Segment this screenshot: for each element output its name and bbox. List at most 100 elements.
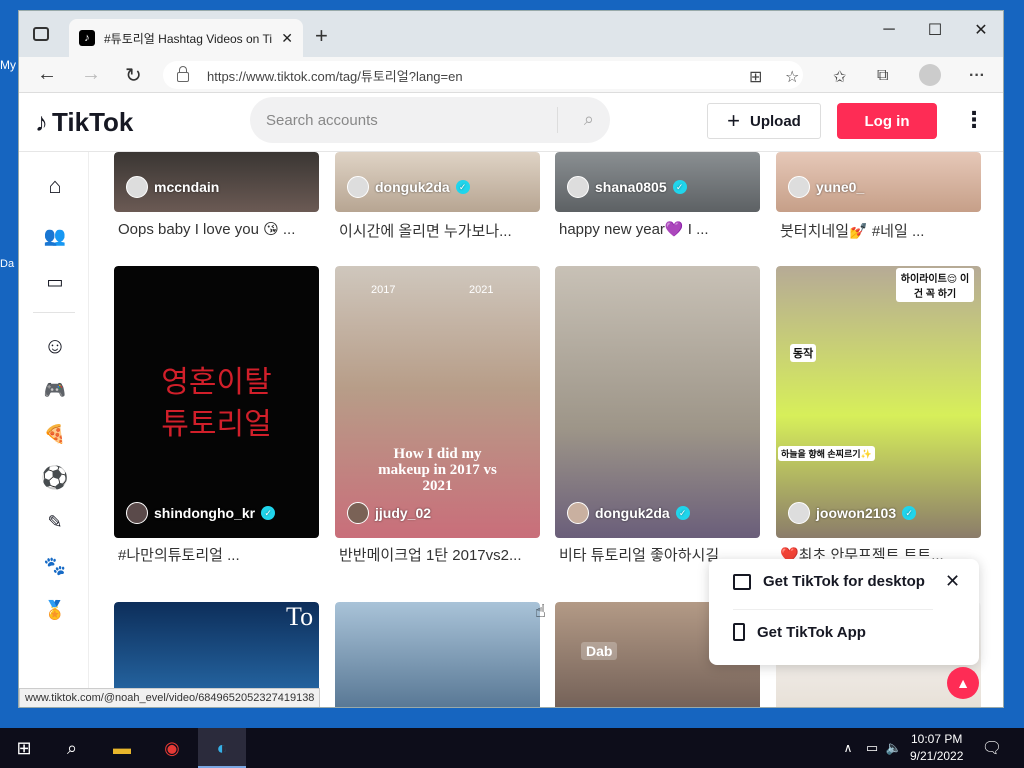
upload-button[interactable]: + Upload xyxy=(707,103,821,139)
minimize-button[interactable]: ─ xyxy=(867,17,911,43)
tab-actions-icon[interactable] xyxy=(33,27,49,41)
title-bar: ♪ #튜토리얼 Hashtag Videos on Ti ✕ + ─ ☐ ✕ xyxy=(19,11,1003,57)
close-icon[interactable]: ✕ xyxy=(945,571,960,592)
desktop-icon xyxy=(733,573,751,590)
avatar xyxy=(567,176,589,198)
avatar xyxy=(126,502,148,524)
video-author[interactable]: donguk2da ✓ xyxy=(347,176,470,198)
video-author[interactable]: joowon2103 ✓ xyxy=(788,502,917,524)
add-favorite-icon[interactable]: ☆ xyxy=(785,67,799,87)
phone-icon xyxy=(733,623,745,641)
video-author[interactable]: donguk2da ✓ xyxy=(567,502,690,524)
thumbnail-sticker: 하늘을 향해 손찌르기✨ xyxy=(778,446,875,461)
maximize-button[interactable]: ☐ xyxy=(913,17,957,43)
desktop-label: My xyxy=(0,58,16,72)
lock-icon xyxy=(177,66,189,82)
video-thumbnail[interactable] xyxy=(335,266,540,538)
video-author[interactable]: shindongho_kr ✓ xyxy=(126,502,276,524)
start-button[interactable]: ⊞ xyxy=(12,736,36,760)
forward-button[interactable]: → xyxy=(81,63,101,86)
search-icon[interactable]: ⌕ xyxy=(60,736,84,760)
sports-icon[interactable]: ⚽ xyxy=(41,464,69,492)
video-card[interactable]: 2017 2021 How I did my makeup in 2017 vs… xyxy=(335,266,540,576)
chevron-up-icon[interactable]: ∧ xyxy=(836,736,860,760)
edge-icon[interactable]: ◐ xyxy=(210,736,234,760)
login-button[interactable]: Log in xyxy=(837,103,937,139)
get-app-popup: Get TikTok for desktop ✕ Get TikTok App xyxy=(709,559,979,665)
verified-icon: ✓ xyxy=(675,506,690,520)
clock-time: 10:07 PM xyxy=(911,732,963,746)
username: mccndain xyxy=(154,179,220,195)
network-icon[interactable]: ▭ xyxy=(860,736,884,760)
clock[interactable]: 10:07 PM 9/21/2022 xyxy=(910,731,963,765)
animals-icon[interactable]: 🐾 xyxy=(41,552,69,580)
video-thumbnail[interactable] xyxy=(555,266,760,538)
close-window-button[interactable]: ✕ xyxy=(959,17,1003,43)
video-author[interactable]: shana0805 ✓ xyxy=(567,176,687,198)
video-caption[interactable]: happy new year💜 I ... xyxy=(559,220,759,238)
year-label: 2021 xyxy=(469,284,494,296)
comedy-icon[interactable]: ☺ xyxy=(41,332,69,360)
thumbnail-sticker: 하이라이트😌 이건 꼭 하기 xyxy=(896,268,974,302)
home-icon[interactable]: ⌂ xyxy=(41,172,69,200)
browser-tab[interactable]: ♪ #튜토리얼 Hashtag Videos on Ti ✕ xyxy=(69,19,303,57)
url-field[interactable]: https://www.tiktok.com/tag/튜토리얼?lang=en xyxy=(163,61,803,89)
get-desktop-link[interactable]: Get TikTok for desktop xyxy=(733,573,925,590)
video-author[interactable]: yune0_ xyxy=(788,176,864,198)
search-icon[interactable]: ⌕ xyxy=(584,109,594,130)
more-options-icon[interactable]: ⋮ xyxy=(963,107,985,133)
video-card[interactable]: yune0_ 붓터치네일💅 #네일 ... xyxy=(776,152,981,262)
following-icon[interactable]: 👥 xyxy=(41,222,69,250)
search-placeholder: Search accounts xyxy=(266,111,378,129)
volume-icon[interactable]: 🔈 xyxy=(882,736,906,760)
refresh-button[interactable]: ↻ xyxy=(125,63,142,88)
profile-avatar[interactable] xyxy=(919,64,941,86)
video-author[interactable]: mccndain xyxy=(126,176,219,198)
favorites-icon[interactable]: ✩ xyxy=(833,67,846,87)
desktop-label: Da xyxy=(0,258,15,270)
chrome-icon[interactable]: ◉ xyxy=(160,736,184,760)
video-caption[interactable]: 붓터치네일💅 #네일 ... xyxy=(780,220,980,241)
video-card[interactable]: donguk2da ✓ 이시간에 올리면 누가보나... xyxy=(335,152,540,262)
video-caption[interactable]: 반반메이크업 1탄 2017vs2... xyxy=(339,544,539,565)
sidebar: ⌂ 👥 ▭ ☺ 🎮 🍕 ⚽ ✎ 🐾 🏅 xyxy=(19,152,89,707)
username: donguk2da xyxy=(595,505,670,521)
medal-icon[interactable]: 🏅 xyxy=(41,596,69,624)
gaming-icon[interactable]: 🎮 xyxy=(41,376,69,404)
verified-icon: ✓ xyxy=(672,180,687,194)
taskbar: ⊞ ⌕ ▬ ◉ ◐ ∧ ▭ 🔈 10:07 PM 9/21/2022 🗨 xyxy=(0,728,1024,768)
video-card[interactable]: shana0805 ✓ happy new year💜 I ... xyxy=(555,152,760,262)
thumbnail-overlay-text: Dab xyxy=(581,642,618,660)
live-icon[interactable]: ▭ xyxy=(41,268,69,296)
app-available-icon[interactable]: ⊞ xyxy=(749,67,762,87)
video-thumbnail[interactable] xyxy=(776,266,981,538)
beauty-icon[interactable]: ✎ xyxy=(41,508,69,536)
video-card[interactable]: mccndain Oops baby I love you 😘 ... xyxy=(114,152,319,262)
username: donguk2da xyxy=(375,179,450,195)
username: yune0_ xyxy=(816,179,865,195)
plus-icon: + xyxy=(727,108,740,133)
tiktok-logo[interactable]: ♪ TikTok xyxy=(35,107,133,138)
username: jjudy_02 xyxy=(375,505,432,521)
search-input[interactable]: Search accounts ⌕ xyxy=(250,97,610,143)
video-card[interactable]: 하이라이트😌 이건 꼭 하기 동작 하늘을 향해 손찌르기✨ joowon210… xyxy=(776,266,981,576)
video-author[interactable]: jjudy_02 xyxy=(347,502,431,524)
file-explorer-icon[interactable]: ▬ xyxy=(110,736,134,760)
video-caption[interactable]: #나만의튜토리얼 ... xyxy=(118,544,318,565)
close-tab-icon[interactable]: ✕ xyxy=(281,30,293,47)
food-icon[interactable]: 🍕 xyxy=(41,420,69,448)
video-caption[interactable]: Oops baby I love you 😘 ... xyxy=(118,220,318,238)
video-card[interactable]: 영혼이탈 튜토리얼 shindongho_kr ✓ #나만의튜토리얼 ... xyxy=(114,266,319,576)
back-to-top-button[interactable]: ▲ xyxy=(947,667,979,699)
notifications-icon[interactable]: 🗨 xyxy=(980,736,1004,760)
video-thumbnail[interactable] xyxy=(335,602,540,707)
collections-icon[interactable]: ⧉ xyxy=(877,67,888,85)
video-card[interactable]: donguk2da ✓ 비타 튜토리얼 좋아하시길 xyxy=(555,266,760,576)
back-button[interactable]: ← xyxy=(37,63,57,86)
new-tab-button[interactable]: + xyxy=(315,23,328,49)
video-caption[interactable]: 이시간에 올리면 누가보나... xyxy=(339,220,539,241)
thumbnail-sticker: 동작 xyxy=(790,344,817,362)
video-card[interactable] xyxy=(335,602,540,707)
get-app-link[interactable]: Get TikTok App xyxy=(733,623,866,641)
more-icon[interactable]: ··· xyxy=(969,67,985,85)
